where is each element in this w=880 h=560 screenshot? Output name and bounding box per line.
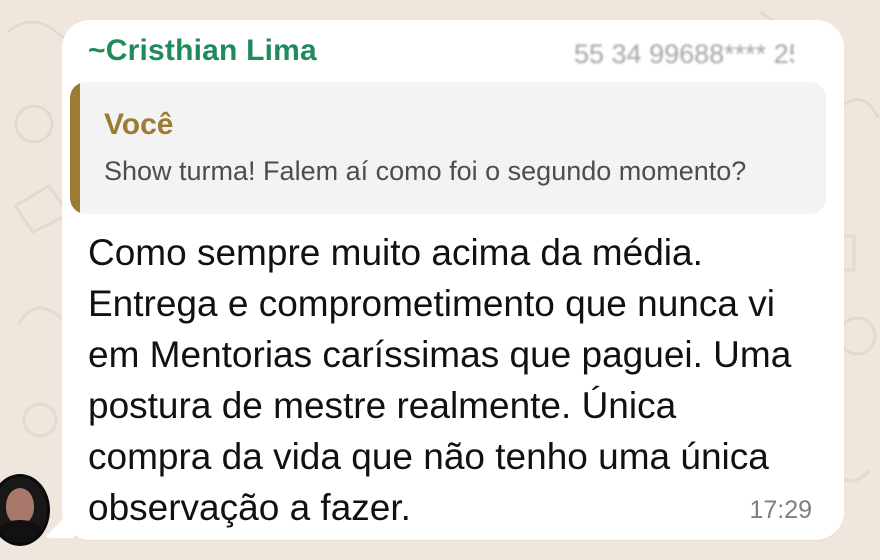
quoted-author: Você (104, 108, 174, 141)
message-text: Como sempre muito acima da média. Entreg… (88, 232, 792, 528)
user-avatar-icon[interactable] (0, 474, 50, 546)
quoted-message[interactable]: Você Show turma! Falem aí como foi o seg… (70, 82, 826, 214)
message-header: ~Cristhian Lima 55 34 99688**** 250 (88, 30, 830, 72)
sender-name[interactable]: ~Cristhian Lima (88, 34, 317, 68)
message-timestamp: 17:29 (749, 496, 812, 524)
sender-name-text: Cristhian Lima (105, 34, 317, 67)
sender-prefix: ~ (88, 34, 106, 67)
quoted-message-text: Show turma! Falem aí como foi o segundo … (104, 156, 747, 186)
sender-phone-number: 55 34 99688**** 250 (574, 39, 794, 69)
quote-accent-bar (70, 82, 80, 214)
